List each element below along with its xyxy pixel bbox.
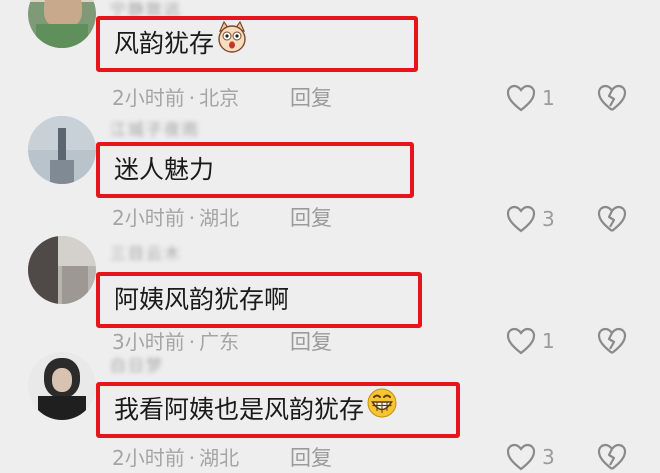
dislike-button[interactable] [596, 442, 628, 472]
comment-item: 江城子夜雨 迷人魅力 2小时前 · 湖北 回复 3 [0, 98, 660, 233]
surprised-cat-emoji [216, 20, 248, 69]
avatar[interactable] [28, 236, 96, 304]
timestamp: 2小时前 [112, 446, 185, 470]
comment-item: 三目云木 阿姨风韵犹存啊 3小时前 · 广东 回复 1 [0, 220, 660, 355]
username[interactable]: 白日梦 [110, 356, 250, 376]
comment-text: 阿姨风韵犹存啊 [114, 285, 290, 314]
comment-text-highlight: 迷人魅力 [96, 142, 414, 198]
username[interactable]: 三目云木 [110, 244, 250, 264]
comment-text: 我看阿姨也是风韵犹存 [114, 386, 398, 434]
avatar[interactable] [28, 116, 96, 184]
broken-heart-icon [597, 443, 627, 470]
comment-meta: 2小时前 · 湖北 [112, 446, 240, 470]
grinning-emoji [366, 387, 398, 435]
location: 湖北 [199, 446, 240, 470]
username[interactable]: 江城子夜雨 [110, 120, 250, 140]
like-count: 3 [542, 445, 555, 469]
comment-text-highlight: 我看阿姨也是风韵犹存 [96, 382, 460, 438]
comment-text-highlight: 风韵犹存 [96, 16, 418, 72]
comment-item: 宁静致远 风韵犹存 2小时前 · 北京 回复 1 [0, 0, 660, 112]
like-button[interactable]: 3 [506, 442, 555, 472]
avatar[interactable] [28, 352, 96, 420]
avatar[interactable] [28, 0, 96, 48]
reply-button[interactable]: 回复 [290, 444, 332, 472]
comment-text: 迷人魅力 [114, 155, 215, 184]
comment-text: 风韵犹存 [114, 20, 248, 68]
comment-item: 白日梦 我看阿姨也是风韵犹存 2小时前 · 湖北 回复 3 [0, 338, 660, 471]
comment-text-highlight: 阿姨风韵犹存啊 [96, 272, 422, 328]
heart-icon [506, 443, 536, 471]
